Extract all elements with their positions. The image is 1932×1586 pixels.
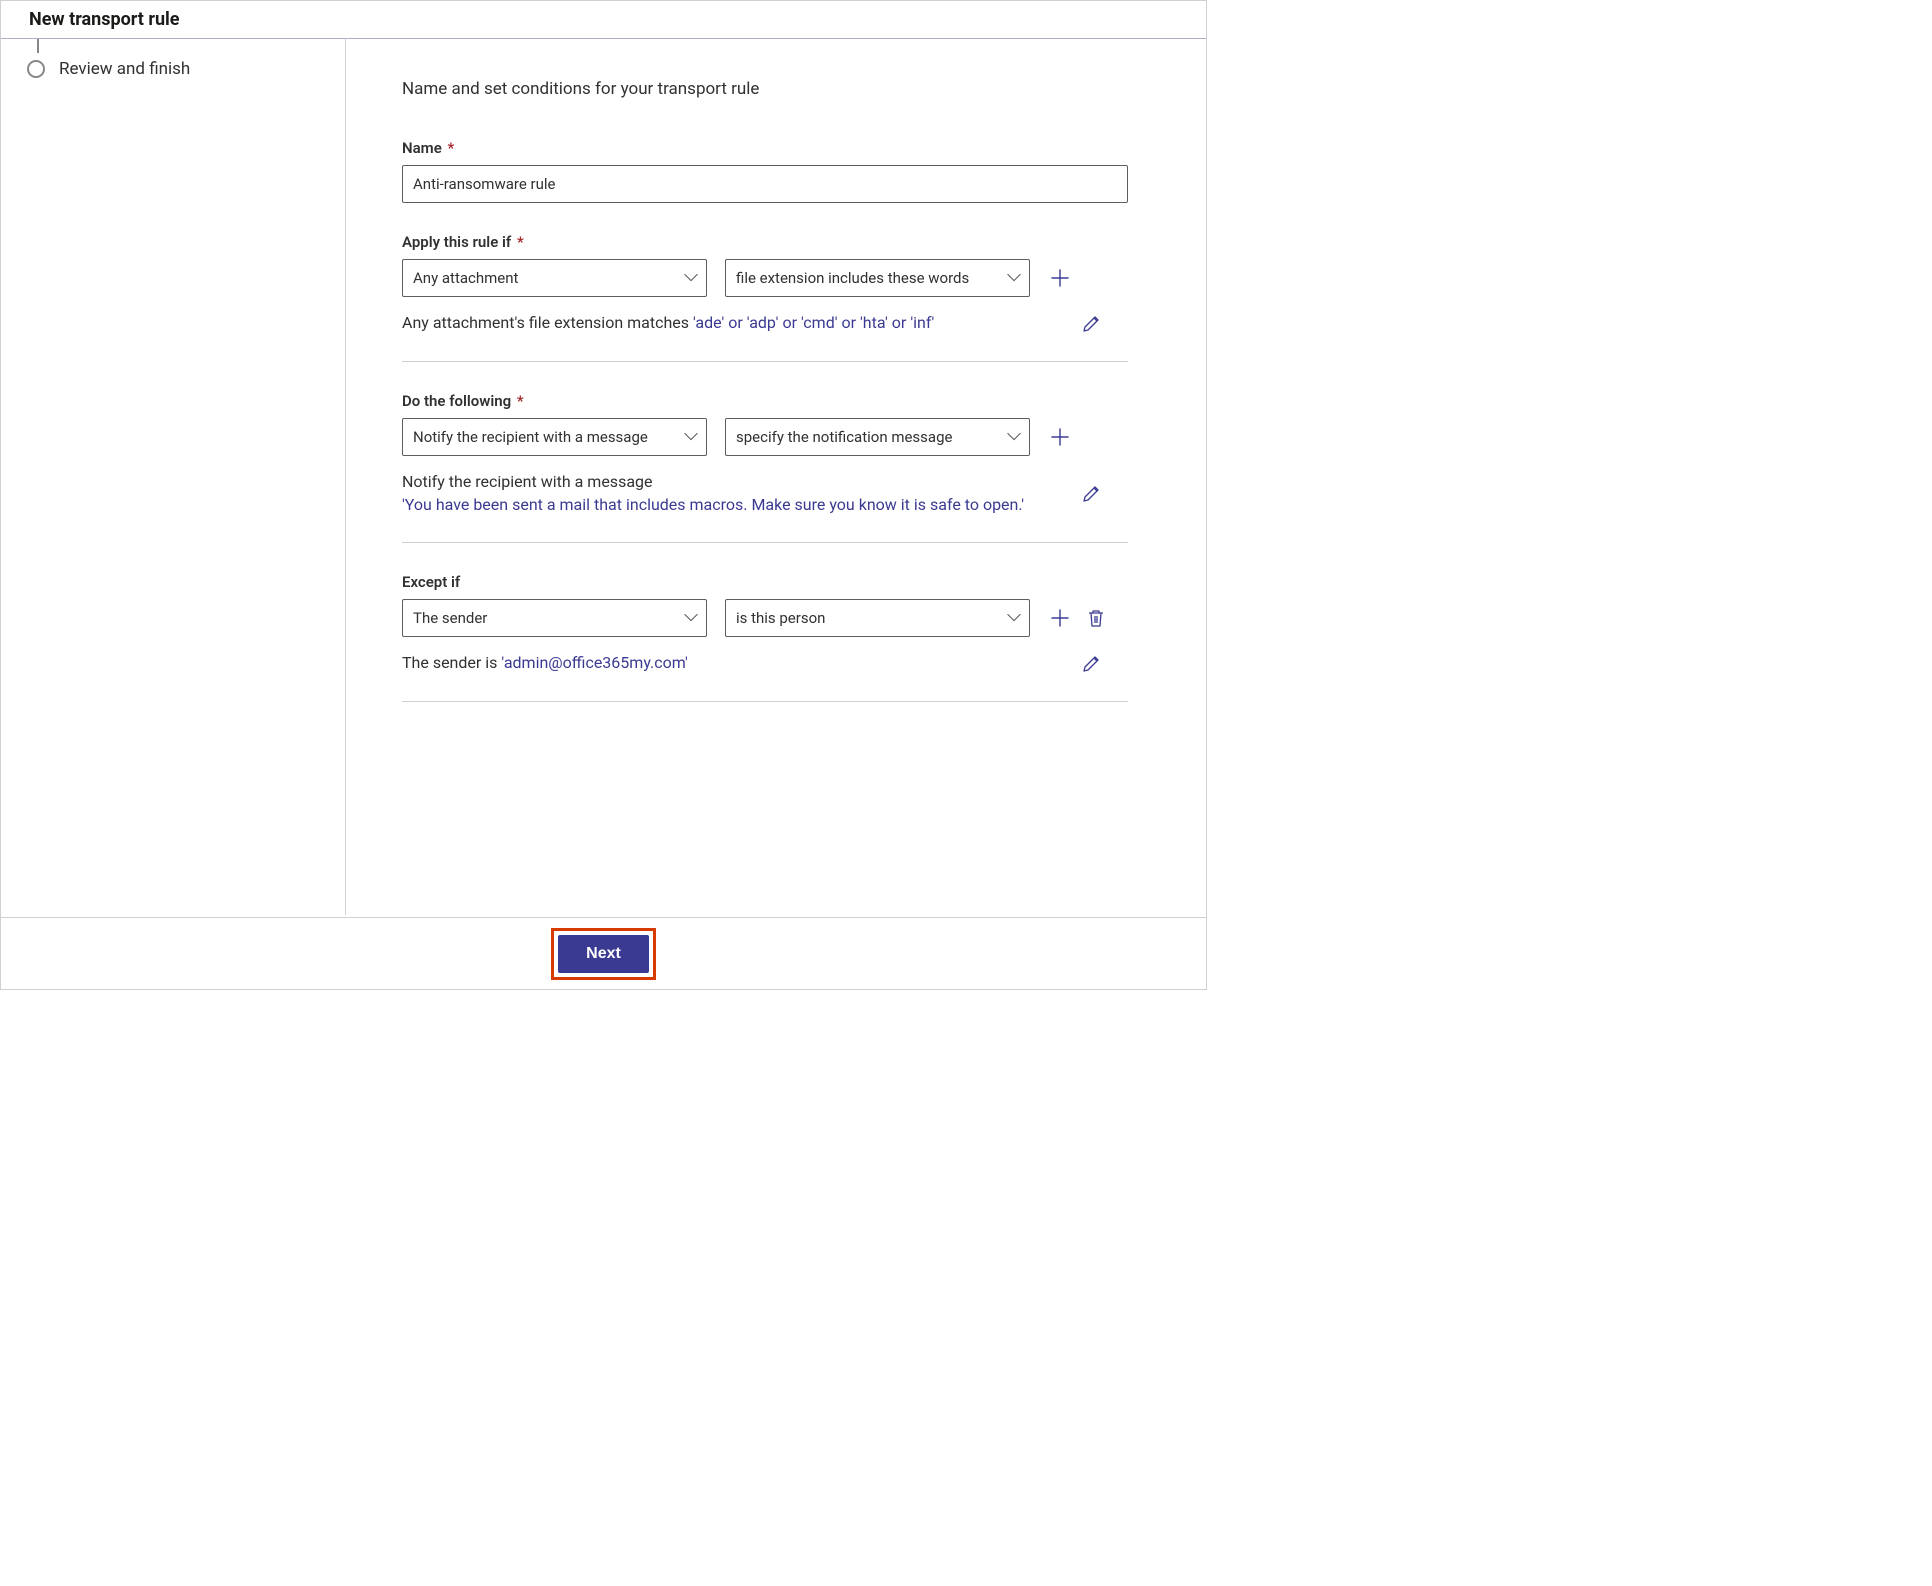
apply-if-summary: Any attachment's file extension matches … [402,311,1062,335]
edit-exception-button[interactable] [1080,651,1104,675]
divider [402,361,1128,362]
except-if-group: Except if The sender is this person [402,573,1150,702]
do-following-action-dropdown[interactable]: Notify the recipient with a message [402,418,707,456]
step-circle-icon [27,60,45,78]
add-apply-condition-button[interactable] [1048,266,1072,290]
except-if-summary-row: The sender is 'admin@office365my.com' [402,651,1150,675]
step-connector-line [37,39,39,53]
sidebar-item-review-and-finish[interactable]: Review and finish [1,49,345,89]
edit-action-button[interactable] [1080,481,1104,505]
chevron-down-icon [684,611,698,625]
add-action-button[interactable] [1048,425,1072,449]
apply-if-group: Apply this rule if * Any attachment file… [402,233,1150,362]
apply-if-label: Apply this rule if * [402,233,1150,251]
do-following-summary: Notify the recipient with a message 'You… [402,470,1062,516]
divider [402,701,1128,702]
edit-apply-condition-button[interactable] [1080,311,1104,335]
sidebar-item-label: Review and finish [59,59,190,79]
sidebar: Review and finish [1,39,346,915]
do-following-group: Do the following * Notify the recipient … [402,392,1150,543]
next-button-highlight: Next [551,928,656,980]
name-label: Name * [402,139,1150,157]
subtitle: Name and set conditions for your transpo… [402,79,1150,99]
except-if-summary: The sender is 'admin@office365my.com' [402,651,1062,675]
except-if-row: The sender is this person [402,599,1150,637]
next-button[interactable]: Next [558,935,649,973]
name-group: Name * [402,139,1150,203]
page-title: New transport rule [29,9,1206,30]
divider [402,542,1128,543]
except-if-label: Except if [402,573,1150,591]
do-following-summary-row: Notify the recipient with a message 'You… [402,470,1150,516]
apply-if-row: Any attachment file extension includes t… [402,259,1150,297]
delete-exception-button[interactable] [1084,606,1108,630]
required-asterisk: * [448,139,455,157]
chevron-down-icon [684,271,698,285]
add-exception-button[interactable] [1048,606,1072,630]
apply-if-summary-row: Any attachment's file extension matches … [402,311,1150,335]
footer: Next [1,917,1206,989]
except-if-value-dropdown[interactable]: is this person [725,599,1030,637]
required-asterisk: * [517,233,524,251]
chevron-down-icon [1007,611,1021,625]
required-asterisk: * [517,392,524,410]
rule-name-input[interactable] [402,165,1128,203]
header: New transport rule [1,1,1206,39]
except-if-condition-dropdown[interactable]: The sender [402,599,707,637]
do-following-value-dropdown[interactable]: specify the notification message [725,418,1030,456]
apply-if-condition-dropdown[interactable]: Any attachment [402,259,707,297]
do-following-label: Do the following * [402,392,1150,410]
main-content: Name and set conditions for your transpo… [346,39,1206,915]
do-following-row: Notify the recipient with a message spec… [402,418,1150,456]
chevron-down-icon [684,430,698,444]
chevron-down-icon [1007,271,1021,285]
chevron-down-icon [1007,430,1021,444]
apply-if-value-dropdown[interactable]: file extension includes these words [725,259,1030,297]
body: Review and finish Name and set condition… [1,39,1206,915]
